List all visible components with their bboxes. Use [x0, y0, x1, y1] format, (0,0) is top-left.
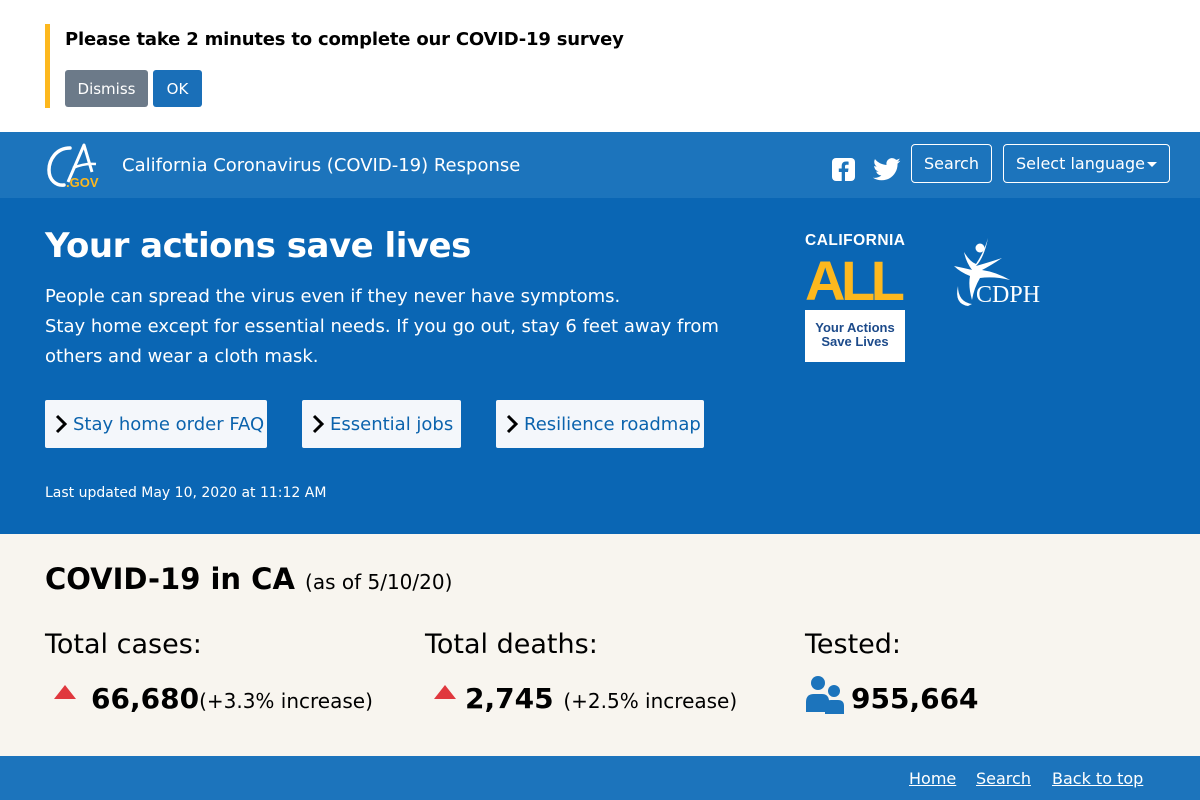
hero-line-1: People can spread the virus even if they…: [45, 286, 621, 307]
chevron-down-icon: [1147, 162, 1157, 167]
link-label: Resilience roadmap: [524, 413, 701, 435]
hero-title: Your actions save lives: [45, 226, 471, 266]
link-label: Essential jobs: [330, 413, 454, 435]
survey-message: Please take 2 minutes to complete our CO…: [65, 29, 624, 50]
cases-stat: 66,680(+3.3% increase): [91, 682, 373, 715]
deaths-change: (+2.5% increase): [563, 689, 738, 713]
deaths-label: Total deaths:: [425, 629, 598, 660]
hero-section: Your actions save lives People can sprea…: [0, 198, 1200, 534]
increase-arrow-icon: [434, 685, 456, 699]
cases-change: (+3.3% increase): [199, 689, 373, 713]
stay-home-faq-link[interactable]: Stay home order FAQ: [45, 400, 267, 448]
ok-button[interactable]: OK: [153, 70, 202, 107]
increase-arrow-icon: [54, 685, 76, 699]
badge-top-text: CALIFORNIA: [805, 232, 905, 249]
cases-value: 66,680: [91, 682, 200, 715]
covid-stats-section: COVID-19 in CA (as of 5/10/20) Total cas…: [0, 534, 1200, 756]
svg-text:.GOV: .GOV: [66, 175, 99, 188]
cdph-text: CDPH: [976, 282, 1040, 308]
tested-value: 955,664: [851, 682, 979, 715]
site-header: .GOV California Coronavirus (COVID-19) R…: [0, 132, 1200, 198]
language-select-label: Select language: [1016, 154, 1145, 173]
dismiss-button[interactable]: Dismiss: [65, 70, 148, 107]
hero-line-2: Stay home except for essential needs. If…: [45, 316, 719, 367]
survey-accent-bar: [45, 24, 50, 108]
facebook-icon[interactable]: [832, 158, 855, 181]
people-icon: [806, 676, 844, 714]
language-select[interactable]: Select language: [1003, 144, 1170, 183]
deaths-value: 2,745: [465, 682, 554, 715]
essential-jobs-link[interactable]: Essential jobs: [302, 400, 461, 448]
badge-sub-2: Save Lives: [821, 334, 888, 349]
last-updated: Last updated May 10, 2020 at 11:12 AM: [45, 485, 327, 501]
twitter-icon[interactable]: [873, 158, 901, 181]
cdph-logo[interactable]: CDPH: [950, 236, 1060, 316]
california-all-badge[interactable]: CALIFORNIA ALL Your Actions Save Lives: [805, 232, 905, 362]
badge-sub-1: Your Actions: [815, 320, 894, 335]
link-label: Stay home order FAQ: [73, 413, 265, 435]
badge-big-text: ALL: [805, 249, 905, 312]
stats-as-of: (as of 5/10/20): [305, 570, 453, 594]
tested-label: Tested:: [805, 629, 902, 660]
chevron-right-icon: [506, 414, 519, 434]
chevron-right-icon: [55, 414, 68, 434]
resilience-roadmap-link[interactable]: Resilience roadmap: [496, 400, 704, 448]
footer-back-to-top-link[interactable]: Back to top: [1052, 769, 1143, 788]
cases-label: Total cases:: [45, 629, 202, 660]
hero-description: People can spread the virus even if they…: [45, 282, 765, 372]
deaths-stat: 2,745 (+2.5% increase): [465, 682, 737, 715]
chevron-right-icon: [312, 414, 325, 434]
search-button[interactable]: Search: [911, 144, 992, 183]
stats-title: COVID-19 in CA (as of 5/10/20): [45, 562, 452, 596]
site-title[interactable]: California Coronavirus (COVID-19) Respon…: [122, 155, 520, 176]
site-footer: Home Search Back to top: [0, 756, 1200, 800]
footer-search-link[interactable]: Search: [976, 769, 1031, 788]
ca-gov-logo[interactable]: .GOV: [46, 142, 106, 188]
footer-home-link[interactable]: Home: [909, 769, 956, 788]
stats-heading: COVID-19 in CA: [45, 562, 295, 596]
survey-banner: Please take 2 minutes to complete our CO…: [0, 0, 1200, 132]
